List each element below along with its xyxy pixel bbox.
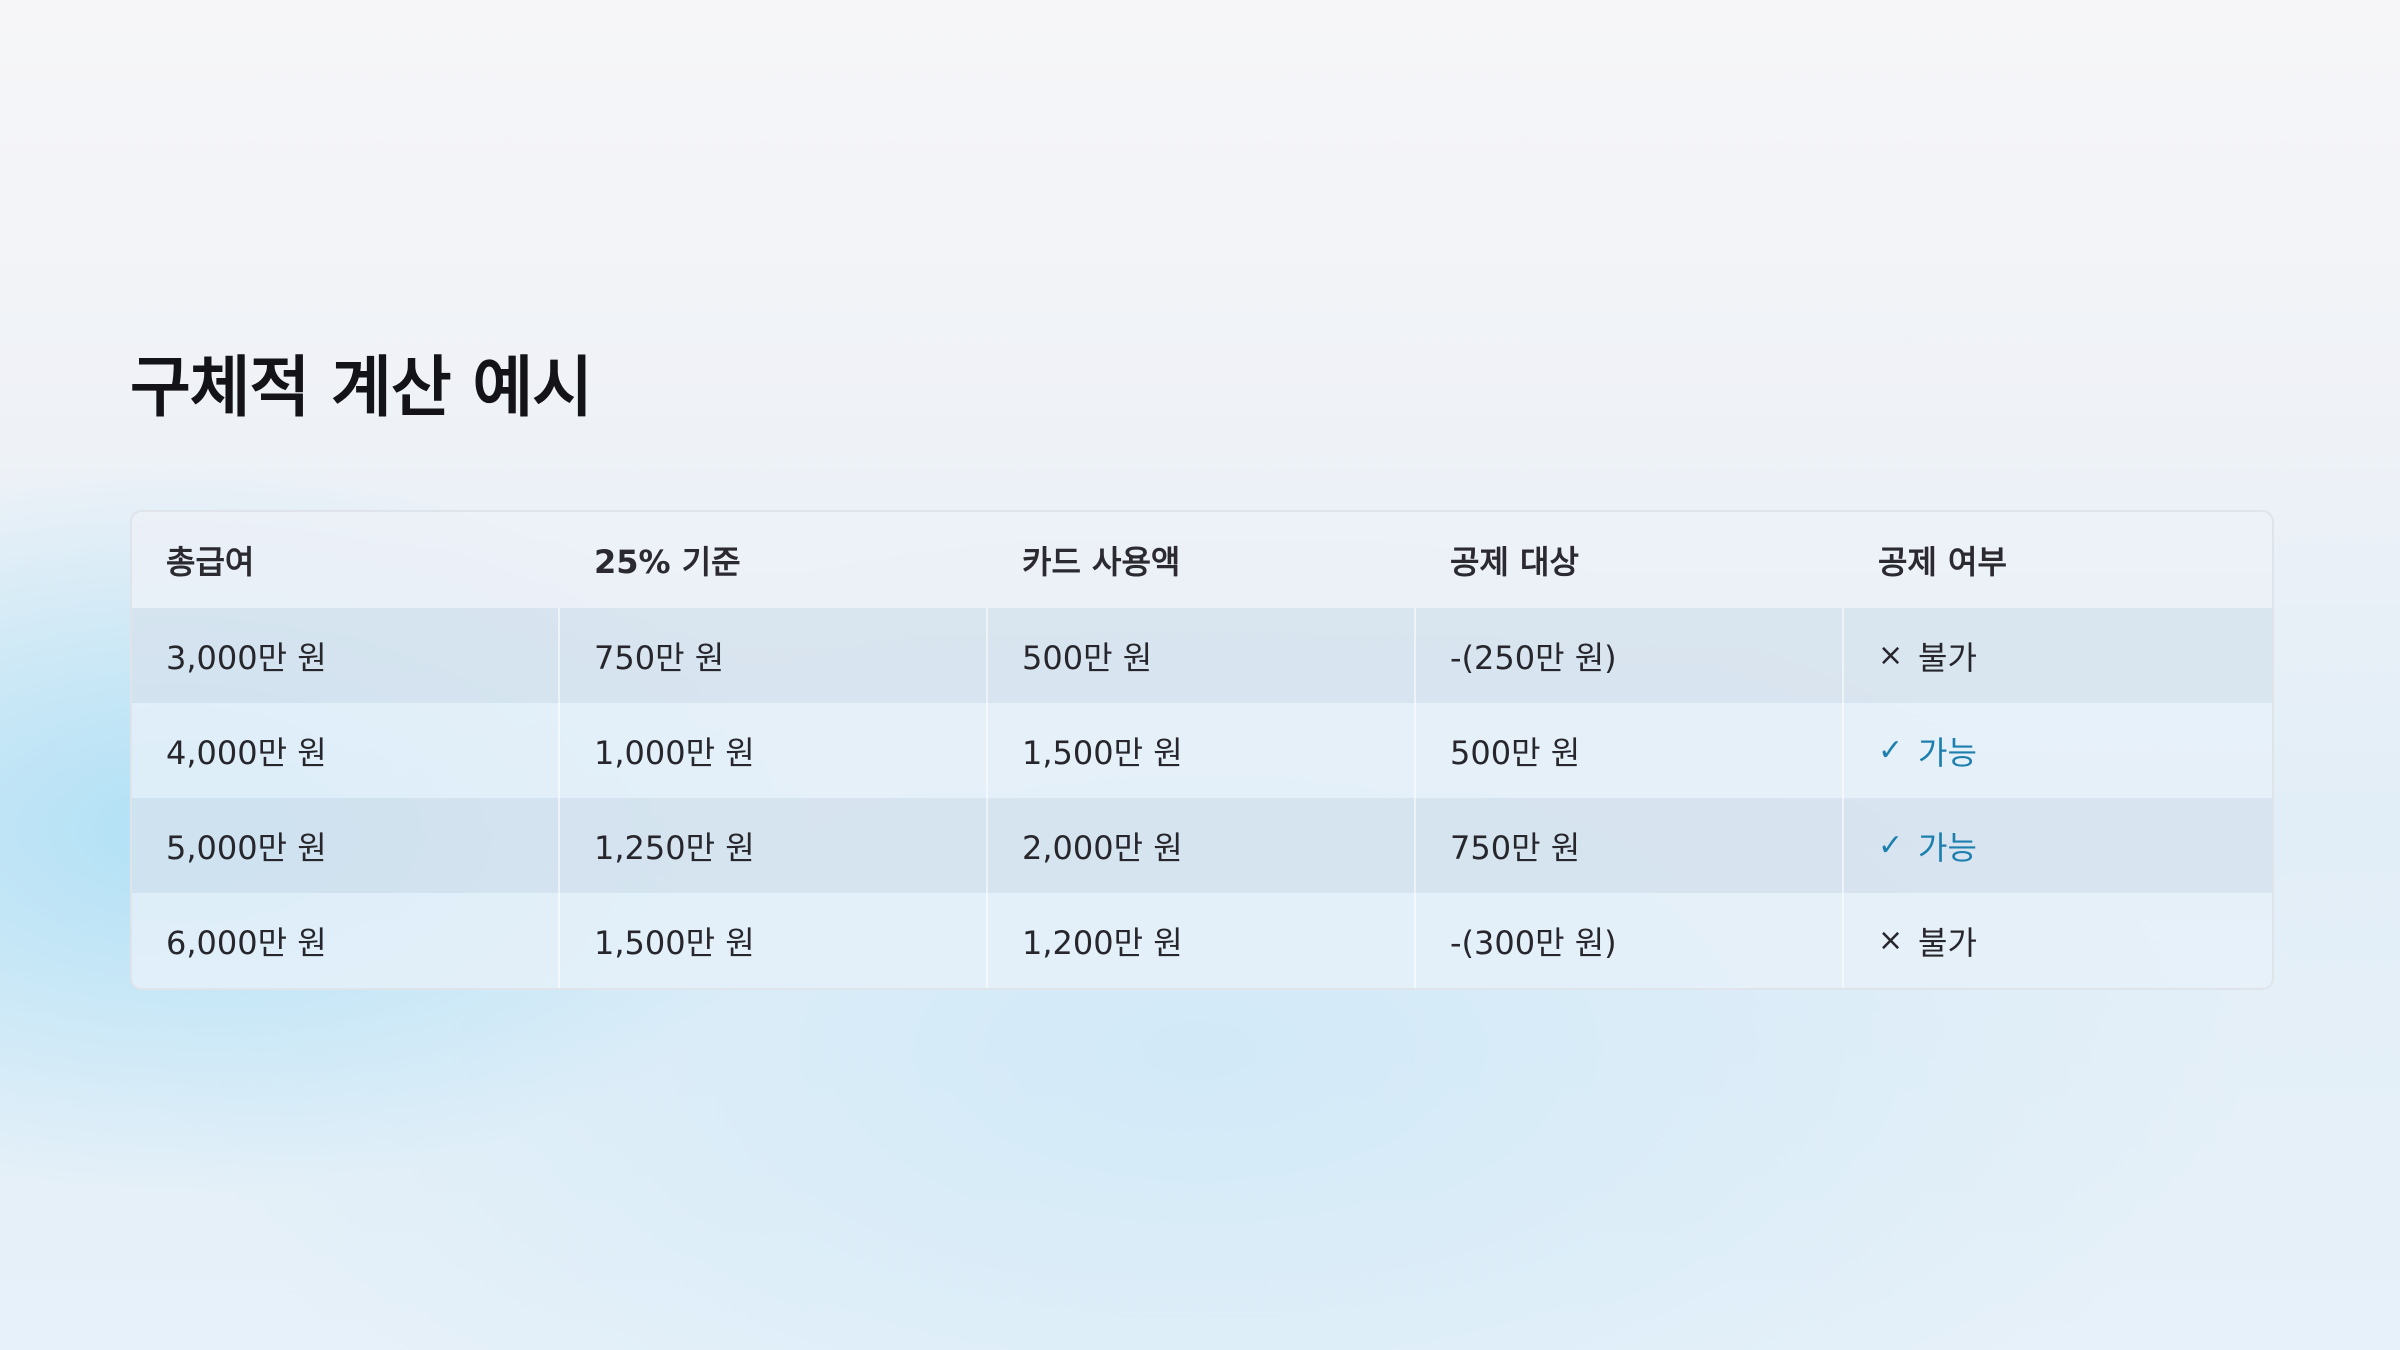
cell-eligibility: × 불가 bbox=[1844, 608, 2272, 703]
cell-threshold: 750만 원 bbox=[560, 608, 988, 703]
status-text: 불가 bbox=[1918, 923, 1977, 962]
cell-salary: 6,000만 원 bbox=[132, 893, 560, 988]
header-card-usage: 카드 사용액 bbox=[1022, 543, 1181, 581]
status-text: 가능 bbox=[1918, 828, 1977, 867]
cell-deductible: 750만 원 bbox=[1416, 798, 1844, 893]
cell-card-usage: 1,200만 원 bbox=[988, 893, 1416, 988]
check-icon: ✓ bbox=[1878, 828, 1904, 863]
cell-salary: 4,000만 원 bbox=[132, 703, 560, 798]
cell-threshold: 1,250만 원 bbox=[560, 798, 988, 893]
page-title: 구체적 계산 예시 bbox=[130, 349, 593, 426]
header-deductible: 공제 대상 bbox=[1450, 543, 1579, 581]
calculation-table: 총급여 25% 기준 카드 사용액 공제 대상 공제 여부 3,000만 원 7… bbox=[130, 510, 2274, 990]
cell-threshold: 1,500만 원 bbox=[560, 893, 988, 988]
table-header-row: 총급여 25% 기준 카드 사용액 공제 대상 공제 여부 bbox=[132, 512, 2272, 608]
cell-threshold: 1,000만 원 bbox=[560, 703, 988, 798]
cell-card-usage: 1,500만 원 bbox=[988, 703, 1416, 798]
status-text: 가능 bbox=[1918, 733, 1977, 772]
status-text: 불가 bbox=[1918, 638, 1977, 677]
cell-deductible: -(250만 원) bbox=[1416, 608, 1844, 703]
check-icon: ✓ bbox=[1878, 733, 1904, 768]
header-salary: 총급여 bbox=[166, 543, 255, 581]
table-row: 5,000만 원 1,250만 원 2,000만 원 750만 원 ✓ 가능 bbox=[132, 798, 2272, 893]
cross-icon: × bbox=[1878, 638, 1904, 673]
table-row: 6,000만 원 1,500만 원 1,200만 원 -(300만 원) × 불… bbox=[132, 893, 2272, 988]
cross-icon: × bbox=[1878, 923, 1904, 958]
table-row: 3,000만 원 750만 원 500만 원 -(250만 원) × 불가 bbox=[132, 608, 2272, 703]
cell-deductible: -(300만 원) bbox=[1416, 893, 1844, 988]
cell-eligibility: ✓ 가능 bbox=[1844, 798, 2272, 893]
cell-salary: 3,000만 원 bbox=[132, 608, 560, 703]
header-eligibility: 공제 여부 bbox=[1878, 543, 2007, 581]
table-row: 4,000만 원 1,000만 원 1,500만 원 500만 원 ✓ 가능 bbox=[132, 703, 2272, 798]
cell-eligibility: × 불가 bbox=[1844, 893, 2272, 988]
cell-card-usage: 500만 원 bbox=[988, 608, 1416, 703]
cell-deductible: 500만 원 bbox=[1416, 703, 1844, 798]
cell-salary: 5,000만 원 bbox=[132, 798, 560, 893]
header-threshold: 25% 기준 bbox=[594, 543, 741, 581]
cell-eligibility: ✓ 가능 bbox=[1844, 703, 2272, 798]
cell-card-usage: 2,000만 원 bbox=[988, 798, 1416, 893]
